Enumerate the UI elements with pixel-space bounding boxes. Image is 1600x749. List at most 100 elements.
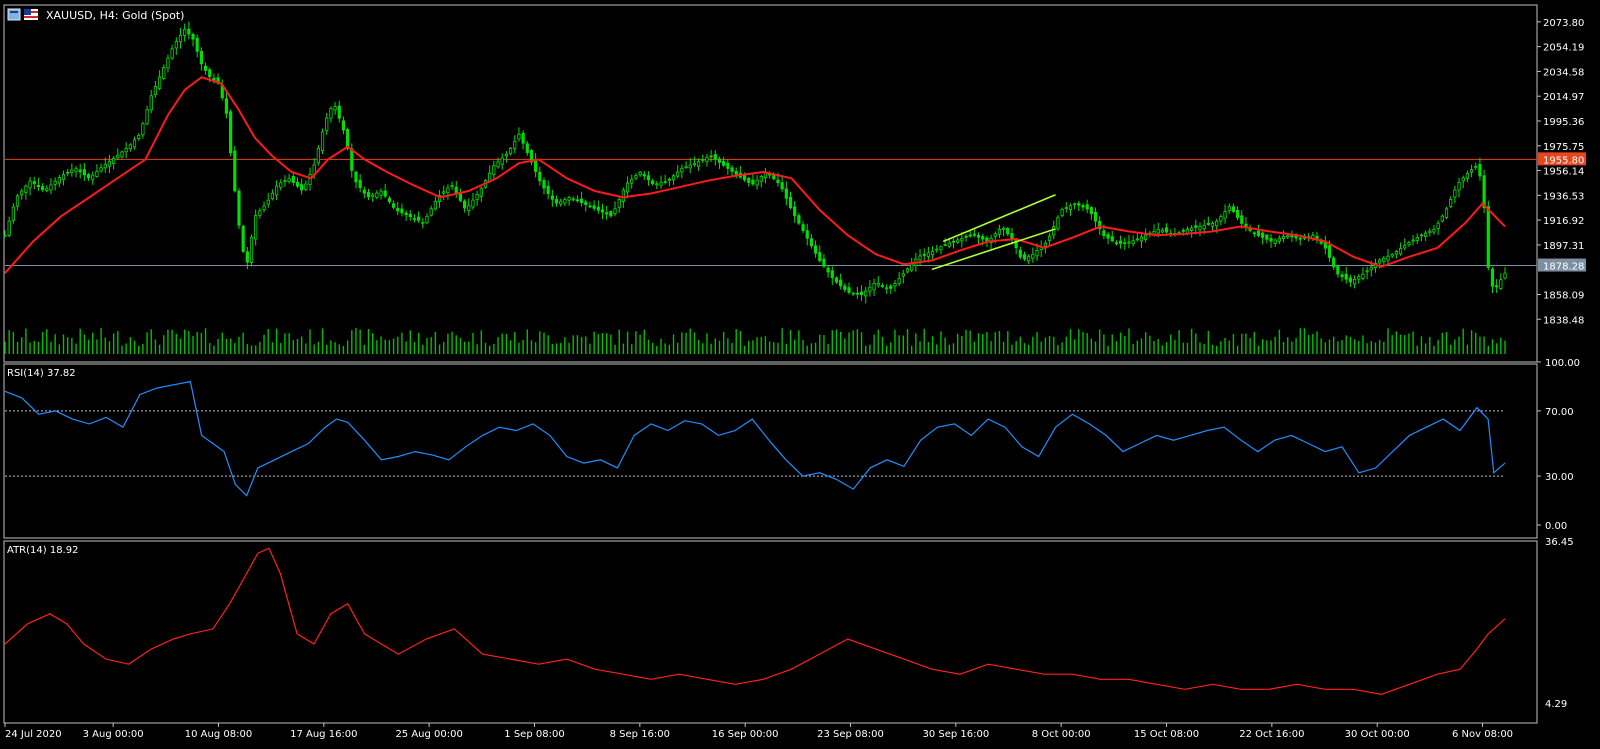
atr-panel-frame (3, 540, 1538, 724)
candle-body (195, 37, 199, 52)
candle-body (818, 252, 822, 262)
candle-body (274, 185, 279, 196)
candle-body (283, 180, 287, 182)
x-tick-label: 8 Sep 16:00 (610, 729, 670, 740)
candle-body (479, 187, 483, 197)
candle-body (843, 285, 847, 290)
candle-body (905, 268, 910, 273)
candle-body (15, 195, 20, 207)
candle-body (596, 206, 600, 211)
candle-body (797, 215, 801, 224)
candle-body (747, 177, 751, 183)
candle-body (1043, 242, 1047, 247)
candle-body (655, 183, 659, 186)
price-axis[interactable]: 2073.80 2054.19 2034.58 2014.97 1995.36 1975.… (1537, 18, 1586, 710)
y-tick-label: 1956.14 (1543, 167, 1584, 178)
candle-body (1499, 279, 1503, 289)
candle-body (784, 188, 788, 199)
candle-body (82, 169, 86, 176)
candle-body (525, 143, 529, 154)
candle-body (241, 225, 245, 252)
candle-body (1156, 229, 1160, 234)
x-tick-label: 16 Sep 00:00 (712, 729, 779, 740)
candle-body (956, 239, 960, 243)
chart-window: XAUUSD, H4: Gold (Spot) RSI(14) 37.82 AT… (0, 0, 1600, 745)
candle-body (467, 205, 471, 211)
candle-body (1344, 273, 1348, 280)
candle-body (504, 153, 508, 157)
candle-body (1240, 215, 1244, 224)
y-tick-label: 1995.36 (1543, 117, 1584, 128)
candle-body (183, 28, 187, 36)
rsi-label: RSI(14) 37.82 (7, 368, 76, 379)
chart-canvas[interactable]: XAUUSD, H4: Gold (Spot) RSI(14) 37.82 AT… (0, 0, 1600, 745)
candle-body (588, 205, 592, 208)
candle-body (362, 189, 366, 194)
time-axis[interactable]: 24 Jul 2020 3 Aug 00:00 10 Aug 08:00 17 Aug… (4, 723, 1513, 740)
candle-body (972, 233, 976, 236)
candle-body (1152, 230, 1156, 235)
candle-body (801, 224, 805, 232)
candle-body (542, 180, 546, 189)
candle-body (57, 177, 61, 184)
ma-line (4, 76, 1506, 274)
candle-body (212, 77, 216, 81)
candle-body (960, 238, 964, 242)
candle-body (885, 287, 889, 290)
x-tick-label: 30 Sep 16:00 (922, 729, 989, 740)
candle-body (74, 168, 78, 172)
candle-body (935, 248, 939, 251)
candle-body (1265, 234, 1269, 240)
candle-body (199, 50, 203, 65)
candle-body (1139, 236, 1144, 242)
candle-body (634, 175, 638, 179)
candle-body (446, 187, 450, 194)
candle-body (713, 154, 717, 160)
candle-body (726, 162, 730, 169)
atr-tick-label: 4.29 (1545, 699, 1567, 710)
candle-body (1336, 266, 1340, 275)
candle-body (208, 69, 212, 78)
candle-body (692, 163, 697, 166)
candle-body (1194, 225, 1198, 228)
candle-body (1185, 228, 1190, 234)
x-tick-label: 24 Jul 2020 (5, 729, 62, 740)
candle-body (116, 154, 120, 158)
rsi-tick-label: 30.00 (1545, 472, 1574, 483)
candle-body (943, 244, 947, 246)
candle-body (1047, 235, 1052, 242)
candle-body (91, 174, 95, 180)
candle-body (642, 173, 646, 177)
rsi-tick-label: 100.00 (1545, 358, 1580, 369)
candle-body (1411, 239, 1415, 242)
candle-body (103, 163, 107, 169)
y-tick-label: 1858.09 (1543, 290, 1584, 301)
candle-body (471, 199, 475, 208)
candle-body (458, 193, 463, 201)
candle-body (425, 215, 429, 224)
candle-body (287, 178, 291, 182)
candle-body (270, 192, 275, 200)
candle-body (86, 174, 91, 179)
candle-body (1503, 272, 1507, 279)
candle-body (408, 213, 412, 217)
candle-body (45, 188, 49, 191)
candle-body (1495, 285, 1499, 288)
x-tick-label: 17 Aug 16:00 (290, 729, 357, 740)
x-tick-label: 30 Oct 00:00 (1345, 729, 1410, 740)
candle-body (1022, 254, 1027, 260)
candle-body (876, 282, 880, 286)
candle-body (759, 176, 763, 182)
candle-body (1106, 233, 1110, 239)
candle-body (968, 234, 972, 237)
candle-body (70, 169, 74, 173)
candle-body (1357, 276, 1361, 280)
candle-body (1436, 222, 1440, 229)
candle-body (1490, 268, 1495, 287)
candle-body (1215, 220, 1219, 227)
candle-body (872, 283, 876, 291)
candle-body (1093, 211, 1098, 222)
candle-body (224, 98, 229, 114)
candle-body (203, 65, 208, 71)
candle-body (245, 251, 249, 263)
